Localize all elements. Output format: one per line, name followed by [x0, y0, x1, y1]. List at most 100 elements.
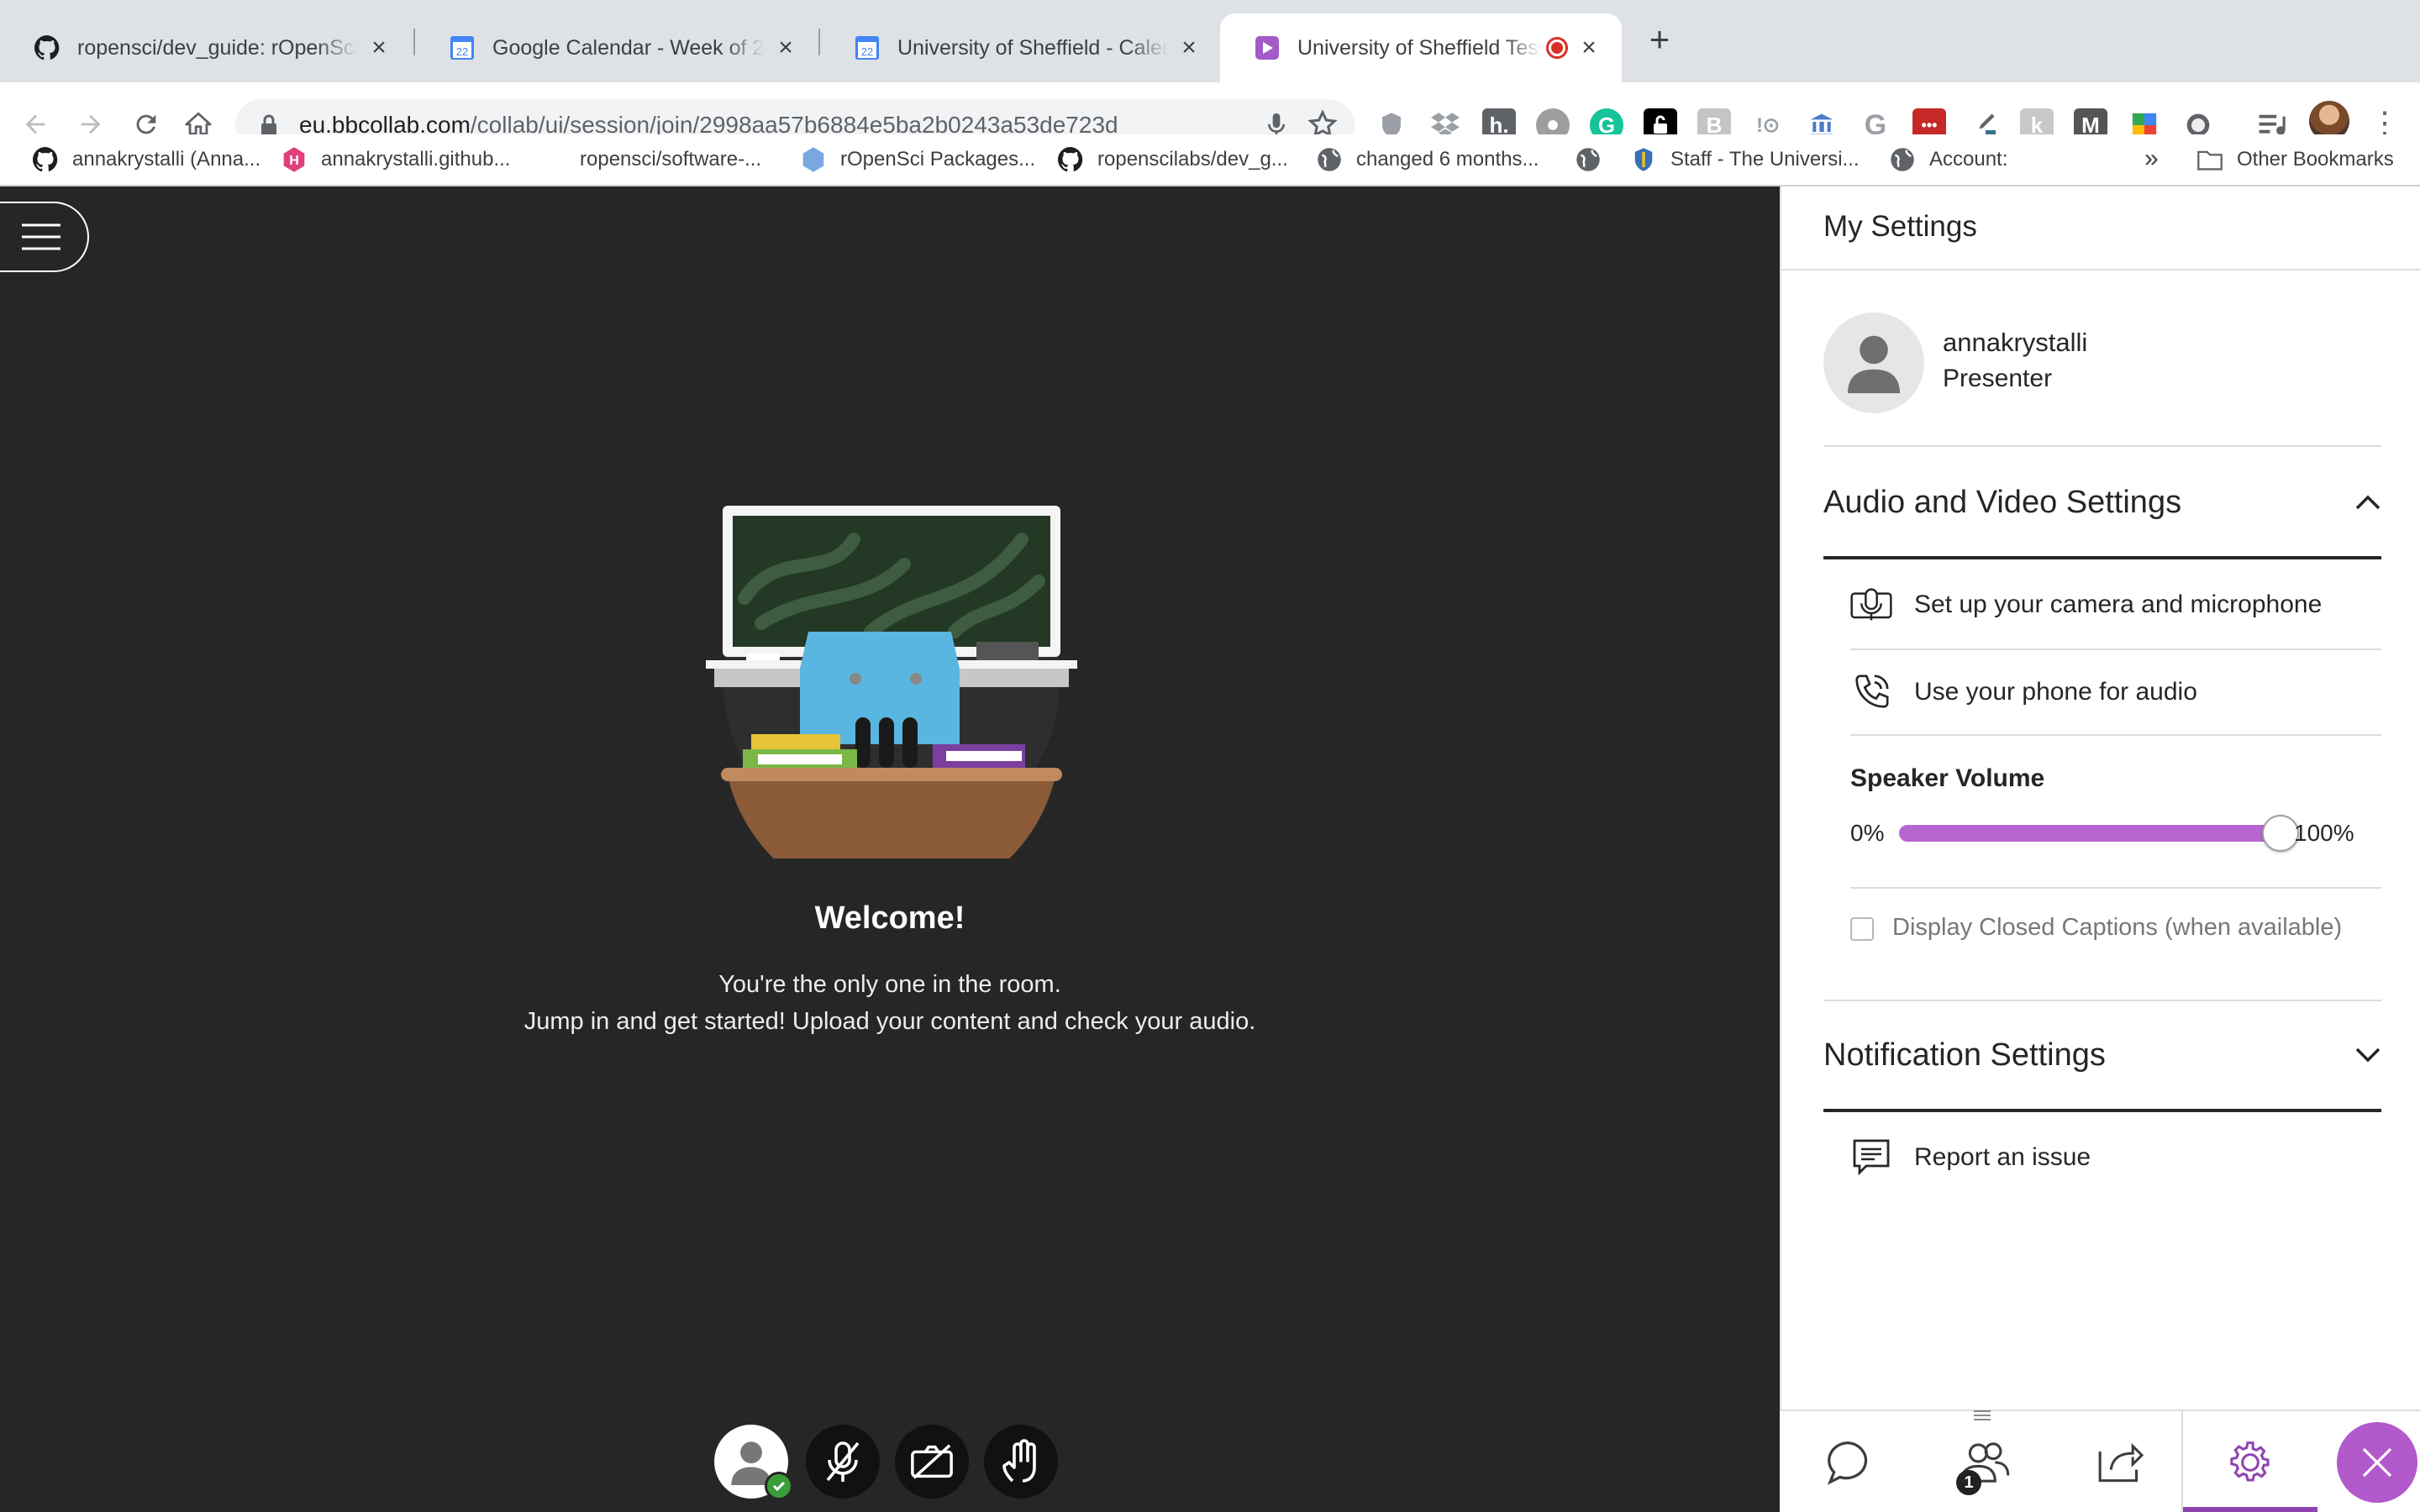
tab-sheffield-calendar[interactable]: 22 University of Sheffield - Calenda × [820, 13, 1222, 82]
bookmark-label: annakrystalli.github... [321, 148, 511, 171]
report-issue-button[interactable]: Report an issue [1850, 1132, 2381, 1183]
tab-title: University of Sheffield - Calenda [897, 35, 1168, 60]
new-tab-button[interactable]: + [1640, 20, 1679, 59]
my-settings-button[interactable] [2181, 1411, 2317, 1512]
row-label: Set up your camera and microphone [1914, 591, 2323, 618]
browser-tabstrip: ropensci/dev_guide: rOpenSci Pa × 22 Goo… [0, 0, 2420, 82]
tab-title: Google Calendar - Week of 20 A [492, 35, 765, 60]
bookmark-item[interactable]: ropenscilabs/dev_g... [1057, 143, 1288, 176]
divider [1823, 445, 2381, 447]
bookmark-label: annakrystalli (Anna... [72, 148, 261, 171]
bookmark-item[interactable]: annakrystalli (Anna... [32, 143, 260, 176]
lock-icon [261, 114, 276, 135]
checkmark-icon [765, 1472, 793, 1500]
close-icon[interactable]: × [1576, 35, 1602, 60]
panel-navigation: 1 [1780, 1410, 2420, 1512]
other-bookmarks[interactable]: Other Bookmarks [2196, 143, 2394, 176]
settings-panel: My Settings annakrystalli Presenter Audi… [1780, 186, 2420, 1512]
hamburger-icon [22, 223, 60, 250]
microphone-toggle-button[interactable] [806, 1425, 880, 1499]
calendar-day: 22 [861, 45, 873, 58]
section-divider [1823, 1109, 2381, 1112]
phone-icon [1850, 671, 1892, 713]
closed-captions-label: Display Closed Captions (when available) [1892, 914, 2343, 941]
github-icon [34, 34, 60, 61]
volume-fill [1899, 825, 2281, 842]
camera-toggle-button[interactable] [895, 1425, 969, 1499]
session-menu-button[interactable] [0, 202, 89, 272]
microphone-off-icon [826, 1441, 860, 1482]
closed-captions-checkbox[interactable] [1850, 917, 1874, 941]
welcome-title: Welcome! [814, 900, 965, 936]
collaborate-icon [1254, 34, 1281, 61]
speaker-volume-slider[interactable] [1899, 815, 2299, 852]
setup-camera-microphone-button[interactable]: Set up your camera and microphone [1850, 580, 2381, 630]
bookmark-label: changed 6 months... [1356, 148, 1539, 171]
bookmark-item[interactable] [1575, 143, 1615, 176]
bookmark-item[interactable]: Staff - The Universi... [1630, 143, 1860, 176]
section-heading: Audio and Video Settings [1823, 484, 2182, 520]
divider [1850, 734, 2381, 736]
bookmark-item[interactable]: changed 6 months... [1316, 143, 1539, 176]
bookmark-item[interactable]: rOpenSci Packages... [800, 143, 1035, 176]
tab-google-calendar[interactable]: 22 Google Calendar - Week of 20 A × [415, 13, 818, 82]
divider [1850, 887, 2381, 889]
speaker-volume-label: Speaker Volume [1850, 764, 2045, 792]
tab-title: University of Sheffield Test R [1297, 35, 1541, 60]
github-icon [1057, 146, 1084, 173]
user-role: Presenter [1943, 365, 2053, 392]
calendar-icon: 22 [854, 34, 881, 61]
volume-min-label: 0% [1850, 820, 1885, 846]
chevron-up-icon [2355, 495, 2381, 510]
svg-text:H: H [289, 154, 299, 168]
volume-max-label: 100% [2294, 820, 2354, 846]
bookmark-item[interactable]: ropensci/software-... [580, 143, 761, 176]
close-icon [2337, 1422, 2417, 1503]
bookmark-label: ropensci/software-... [580, 148, 762, 171]
welcome-message: You're the only one in the room. [718, 971, 1061, 998]
bookmark-item[interactable]: Account: [1889, 143, 2007, 176]
ropensci-icon [800, 146, 827, 173]
globe-icon [1316, 146, 1343, 173]
tab-title: ropensci/dev_guide: rOpenSci Pa [77, 35, 358, 60]
raise-hand-button[interactable] [984, 1425, 1058, 1499]
audio-video-settings-toggle[interactable]: Audio and Video Settings [1823, 477, 2381, 528]
close-icon[interactable]: × [773, 35, 798, 60]
shield-icon [1630, 146, 1657, 173]
phone-audio-button[interactable]: Use your phone for audio [1850, 667, 2381, 717]
notification-settings-toggle[interactable]: Notification Settings [1823, 1030, 2381, 1080]
close-panel-button[interactable] [2317, 1411, 2420, 1512]
row-label: Use your phone for audio [1914, 678, 2197, 706]
globe-icon [1889, 146, 1916, 173]
globe-icon [1575, 146, 1602, 173]
my-status-button[interactable] [714, 1425, 793, 1500]
share-content-icon [2098, 1442, 2144, 1483]
row-label: Report an issue [1914, 1143, 2091, 1171]
tab-dev-guide[interactable]: ropensci/dev_guide: rOpenSci Pa × [0, 13, 412, 82]
raise-hand-icon [1002, 1439, 1036, 1483]
panel-title: My Settings [1823, 210, 1977, 243]
divider [1850, 648, 2381, 650]
github-icon [32, 146, 59, 173]
attendees-button[interactable]: 1 [1916, 1411, 2052, 1512]
bookmark-label: Staff - The Universi... [1670, 148, 1860, 171]
report-issue-icon [1850, 1137, 1892, 1179]
bookmark-label: Account: [1929, 148, 2008, 171]
session-stage: Welcome! You're the only one in the room… [0, 186, 1780, 1512]
divider [1781, 269, 2420, 270]
calendar-day: 22 [456, 45, 468, 58]
attendee-count-badge: 1 [1956, 1470, 1981, 1495]
hex-h-icon: H [281, 146, 308, 173]
recording-icon [1546, 37, 1568, 59]
bookmarks-overflow-button[interactable]: » [2144, 144, 2159, 173]
bookmark-item[interactable]: H annakrystalli.github... [281, 143, 510, 176]
avatar[interactable] [1823, 312, 1924, 413]
share-content-button[interactable] [2052, 1411, 2188, 1512]
close-icon[interactable]: × [366, 35, 392, 60]
section-heading: Notification Settings [1823, 1037, 2106, 1073]
tab-collaborate-session[interactable]: University of Sheffield Test R × [1220, 13, 1622, 82]
chat-button[interactable] [1780, 1411, 1916, 1512]
close-icon[interactable]: × [1176, 35, 1202, 60]
other-bookmarks-label: Other Bookmarks [2237, 148, 2394, 171]
bookmark-label: ropenscilabs/dev_g... [1097, 148, 1288, 171]
